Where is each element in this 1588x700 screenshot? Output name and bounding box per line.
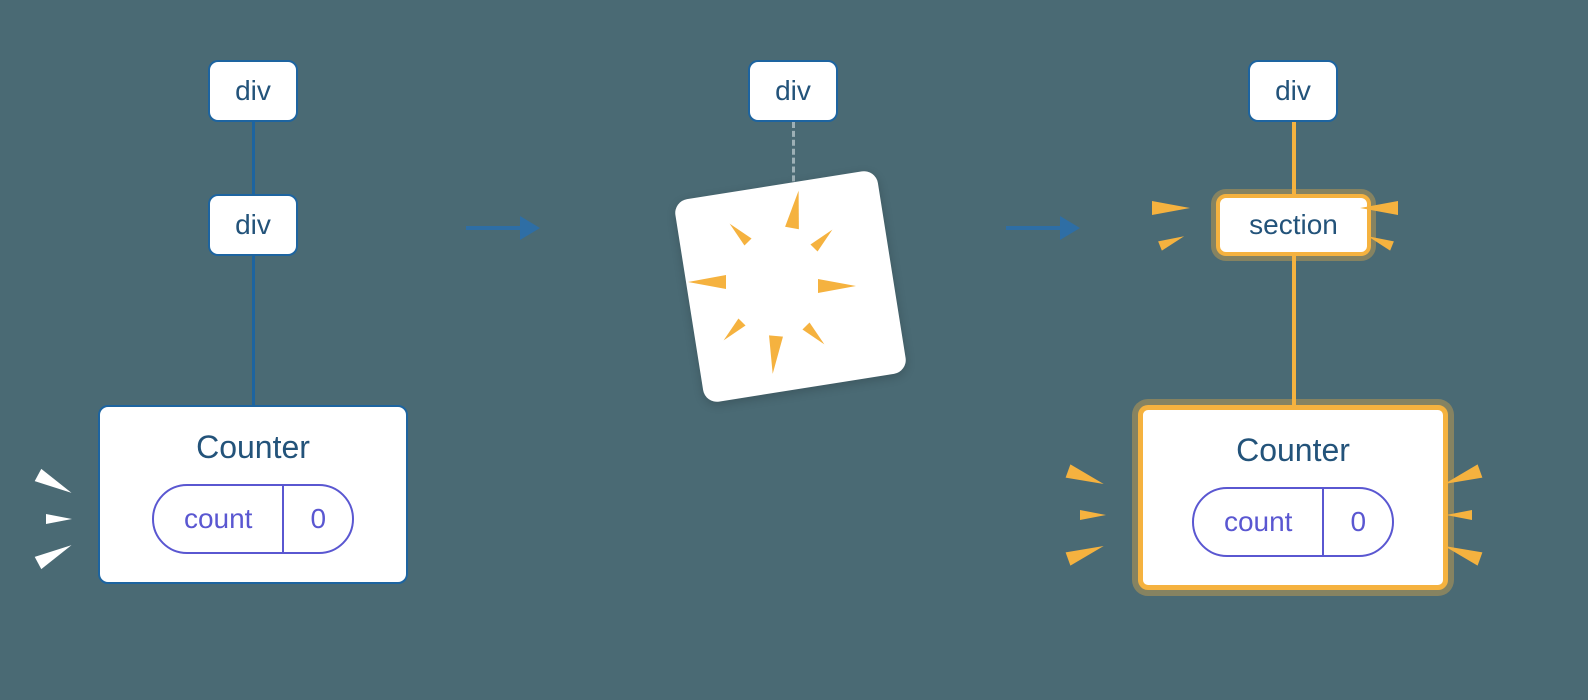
- state-pill: count 0: [1192, 487, 1394, 557]
- state-pill: count 0: [152, 484, 354, 554]
- node-label: div: [1275, 75, 1311, 107]
- connector-line: [1292, 122, 1296, 194]
- node-label: div: [235, 75, 271, 107]
- state-value: 0: [1324, 489, 1392, 555]
- counter-component-card: Counter count 0: [98, 405, 408, 584]
- counter-title: Counter: [1236, 432, 1350, 469]
- state-value: 0: [284, 486, 352, 552]
- tree-node-div-top: div: [748, 60, 838, 122]
- arrow-icon: [1006, 216, 1080, 240]
- state-label: count: [1194, 489, 1325, 555]
- tree-node-div-mid: div: [208, 194, 298, 256]
- counter-component-card: Counter count 0: [1138, 405, 1448, 590]
- tree-node-section-mid: section: [1216, 194, 1371, 256]
- connector-line: [252, 255, 255, 405]
- tree-node-div-top: div: [208, 60, 298, 122]
- counter-title: Counter: [196, 429, 310, 466]
- connector-line: [252, 122, 255, 194]
- tree-node-div-top: div: [1248, 60, 1338, 122]
- node-label: section: [1249, 209, 1338, 241]
- node-label: div: [775, 75, 811, 107]
- arrow-icon: [466, 216, 540, 240]
- poof-card: [673, 169, 908, 404]
- state-label: count: [154, 486, 285, 552]
- connector-line: [1292, 255, 1296, 405]
- node-label: div: [235, 209, 271, 241]
